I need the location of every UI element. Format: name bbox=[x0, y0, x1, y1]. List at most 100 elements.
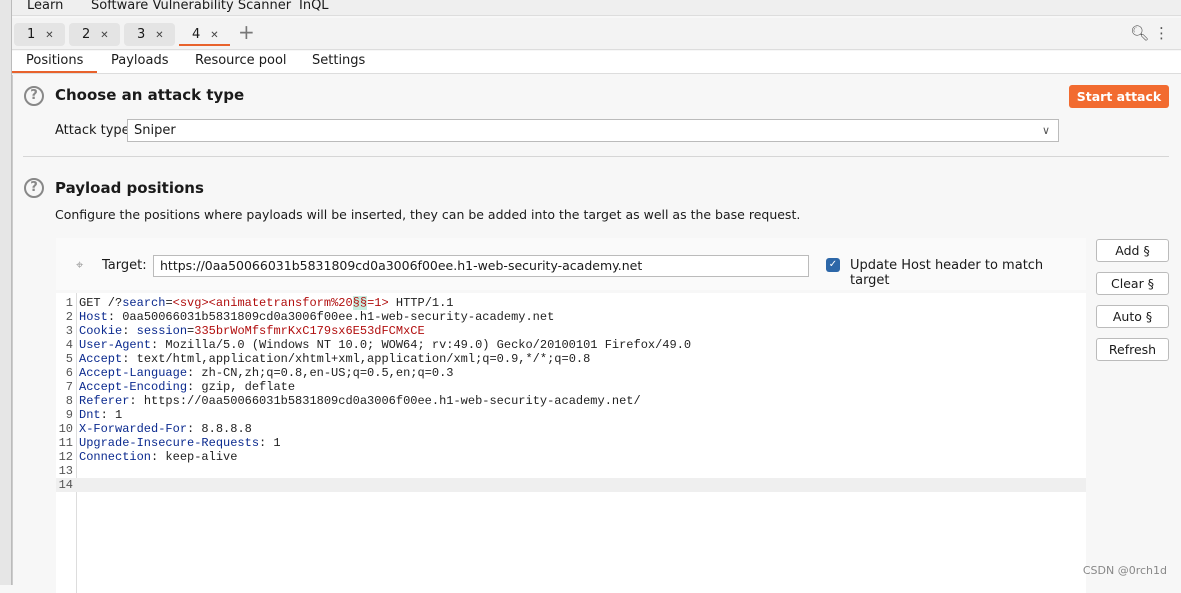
search-icon[interactable]: 🔍︎ bbox=[1130, 24, 1149, 42]
tab-label: 4 bbox=[192, 27, 201, 42]
tab-1[interactable]: 1 ✕ bbox=[14, 23, 65, 46]
section-title: Payload positions bbox=[55, 179, 204, 197]
header-name: Accept-Language bbox=[79, 366, 188, 380]
add-tab-icon[interactable]: + bbox=[238, 20, 255, 44]
intruder-tabs: 1 ✕ 2 ✕ 3 ✕ 4 ✕ + 🔍︎ ⋮ bbox=[12, 18, 1181, 50]
request-text: : zh-CN,zh;q=0.8,en-US;q=0.5,en;q=0.3 bbox=[187, 366, 454, 380]
header-name: Accept-Encoding bbox=[79, 380, 188, 394]
watermark: CSDN @0rch1d bbox=[1082, 564, 1167, 577]
toolbar-icons: 🔍︎ ⋮ bbox=[1130, 24, 1169, 42]
close-icon[interactable]: ✕ bbox=[210, 30, 218, 41]
request-text: : bbox=[122, 324, 137, 338]
request-text: : 1 bbox=[259, 436, 281, 450]
tab-payloads[interactable]: Payloads bbox=[111, 53, 168, 68]
payload-marker: §§ bbox=[352, 296, 368, 310]
positions-panel: ? Choose an attack type Start attack Att… bbox=[12, 75, 1181, 593]
line-number: 3 bbox=[65, 324, 73, 338]
header-name: search bbox=[122, 296, 166, 310]
header-name: Dnt bbox=[79, 408, 101, 422]
close-icon[interactable]: ✕ bbox=[155, 30, 163, 41]
menu-inql[interactable]: InQL bbox=[299, 0, 329, 13]
line-number: 12 bbox=[58, 450, 73, 464]
request-text: : https://0aa50066031b5831809cd0a3006f00… bbox=[129, 394, 641, 408]
tab-3[interactable]: 3 ✕ bbox=[124, 23, 175, 46]
request-text: =1> bbox=[367, 296, 389, 310]
header-name: session bbox=[136, 324, 188, 338]
request-line: 2 Host: 0aa50066031b5831809cd0a3006f00ee.… bbox=[56, 310, 1086, 324]
line-number: 10 bbox=[58, 422, 73, 436]
header-name: Cookie bbox=[79, 324, 123, 338]
request-line: 8 Referer: https://0aa50066031b5831809cd0… bbox=[56, 394, 1086, 408]
close-icon[interactable]: ✕ bbox=[100, 30, 108, 41]
request-text: = bbox=[165, 296, 173, 310]
tab-positions[interactable]: Positions bbox=[12, 53, 98, 73]
attack-type-label: Attack type: bbox=[55, 123, 135, 138]
header-name: Host bbox=[79, 310, 108, 324]
attack-type-value: Sniper bbox=[134, 123, 176, 138]
update-host-checkbox[interactable]: ✓ bbox=[826, 258, 840, 272]
help-icon[interactable]: ? bbox=[24, 178, 44, 198]
request-text: : 8.8.8.8 bbox=[187, 422, 252, 436]
chevron-down-icon: ∨ bbox=[1041, 124, 1050, 137]
request-text: 335brWoMfsfmrKxC179sx6E53dFCMxCE bbox=[194, 324, 425, 338]
start-attack-button[interactable]: Start attack bbox=[1069, 85, 1169, 108]
menu-learn[interactable]: Learn bbox=[27, 0, 63, 13]
request-editor[interactable]: 1 GET /?search=<svg><animatetransform%20§… bbox=[56, 293, 1086, 593]
tab-label: 2 bbox=[82, 27, 91, 42]
request-line: 12 Connection: keep-alive bbox=[56, 450, 1086, 464]
request-text: : text/html,application/xhtml+xml,applic… bbox=[122, 352, 591, 366]
tab-settings[interactable]: Settings bbox=[312, 53, 365, 68]
header-name: Accept bbox=[79, 352, 123, 366]
header-name: Connection bbox=[79, 450, 152, 464]
update-host-label: Update Host header to match target bbox=[850, 258, 1044, 288]
request-text: : keep-alive bbox=[151, 450, 238, 464]
line-number: 8 bbox=[65, 394, 73, 408]
request-text: <svg><animatetransform%20 bbox=[172, 296, 353, 310]
sub-tabs: Positions Payloads Resource pool Setting… bbox=[12, 51, 1181, 74]
line-number: 11 bbox=[58, 436, 73, 450]
line-number: 13 bbox=[58, 464, 73, 478]
tab-label: 3 bbox=[137, 27, 146, 42]
line-number: 6 bbox=[65, 366, 73, 380]
target-label: Target: bbox=[102, 258, 147, 273]
request-code[interactable]: 1 GET /?search=<svg><animatetransform%20§… bbox=[56, 296, 1086, 492]
target-input[interactable]: https://0aa50066031b5831809cd0a3006f00ee… bbox=[153, 255, 809, 277]
line-number: 1 bbox=[65, 296, 73, 310]
line-number: 14 bbox=[58, 478, 73, 492]
request-line: 5 Accept: text/html,application/xhtml+xml… bbox=[56, 352, 1086, 366]
refresh-button[interactable]: Refresh bbox=[1096, 338, 1169, 361]
add-marker-button[interactable]: Add § bbox=[1096, 239, 1169, 262]
request-line: 11 Upgrade-Insecure-Requests: 1 bbox=[56, 436, 1086, 450]
more-options-icon[interactable]: ⋮ bbox=[1154, 24, 1169, 42]
line-number: 4 bbox=[65, 338, 73, 352]
request-line: 3 Cookie: session=335brWoMfsfmrKxC179sx6E… bbox=[56, 324, 1086, 338]
section-description: Configure the positions where payloads w… bbox=[55, 207, 801, 222]
line-number: 5 bbox=[65, 352, 73, 366]
attack-type-select[interactable]: Sniper ∨ bbox=[127, 119, 1059, 142]
clear-markers-button[interactable]: Clear § bbox=[1096, 272, 1169, 295]
tab-4[interactable]: 4 ✕ bbox=[179, 23, 230, 46]
request-line: 7 Accept-Encoding: gzip, deflate bbox=[56, 380, 1086, 394]
help-icon[interactable]: ? bbox=[24, 86, 44, 106]
menu-software-vulnerability-scanner[interactable]: Software Vulnerability Scanner bbox=[91, 0, 291, 13]
target-row: ⌖ Target: https://0aa50066031b5831809cd0… bbox=[56, 238, 1086, 290]
request-line: 6 Accept-Language: zh-CN,zh;q=0.8,en-US;q… bbox=[56, 366, 1086, 380]
header-name: Referer bbox=[79, 394, 130, 408]
request-line: 10 X-Forwarded-For: 8.8.8.8 bbox=[56, 422, 1086, 436]
divider bbox=[23, 156, 1169, 157]
tab-resource-pool[interactable]: Resource pool bbox=[195, 53, 287, 68]
request-text: : 0aa50066031b5831809cd0a3006f00ee.h1-we… bbox=[107, 310, 555, 324]
crosshair-icon: ⌖ bbox=[76, 258, 84, 273]
request-text: : 1 bbox=[100, 408, 123, 422]
request-text: : Mozilla/5.0 (Windows NT 10.0; WOW64; r… bbox=[151, 338, 692, 352]
request-text: GET /? bbox=[79, 296, 123, 310]
close-icon[interactable]: ✕ bbox=[45, 30, 53, 41]
auto-markers-button[interactable]: Auto § bbox=[1096, 305, 1169, 328]
tab-label: 1 bbox=[27, 27, 36, 42]
request-text: HTTP/1.1 bbox=[388, 296, 454, 310]
left-panel-edge bbox=[0, 0, 12, 585]
tab-2[interactable]: 2 ✕ bbox=[69, 23, 120, 46]
header-name: User-Agent bbox=[79, 338, 152, 352]
request-line: 13 bbox=[56, 464, 1086, 478]
header-name: Upgrade-Insecure-Requests bbox=[79, 436, 260, 450]
